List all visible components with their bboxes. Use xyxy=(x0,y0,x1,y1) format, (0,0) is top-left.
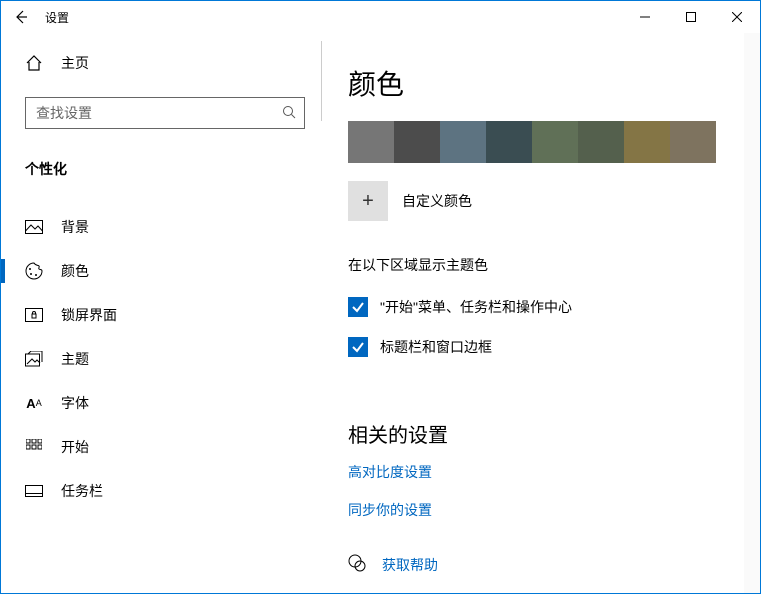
check-icon xyxy=(351,300,365,314)
nav-item-lockscreen[interactable]: 锁屏界面 xyxy=(1,293,321,337)
maximize-button[interactable] xyxy=(668,1,714,33)
link-high-contrast[interactable]: 高对比度设置 xyxy=(348,462,724,482)
nav-item-fonts[interactable]: AA 字体 xyxy=(1,381,321,425)
nav-label: 开始 xyxy=(61,437,89,457)
checkbox-start-taskbar[interactable] xyxy=(348,297,368,317)
taskbar-icon xyxy=(25,482,43,500)
nav-label: 背景 xyxy=(61,217,89,237)
close-button[interactable] xyxy=(714,1,760,33)
minimize-button[interactable] xyxy=(622,1,668,33)
custom-color-label: 自定义颜色 xyxy=(402,191,472,211)
palette-icon xyxy=(25,262,43,280)
custom-color-button[interactable]: + xyxy=(348,181,388,221)
app-title: 设置 xyxy=(45,9,69,26)
check-icon xyxy=(351,340,365,354)
sidebar: 主页 个性化 背景 颜色 xyxy=(1,33,321,593)
nav-label: 锁屏界面 xyxy=(61,305,117,325)
color-swatch[interactable] xyxy=(394,121,440,163)
home-label: 主页 xyxy=(61,53,89,73)
checkbox-label: "开始"菜单、任务栏和操作中心 xyxy=(380,297,572,317)
close-icon xyxy=(732,12,742,22)
nav-item-background[interactable]: 背景 xyxy=(1,205,321,249)
link-sync-settings[interactable]: 同步你的设置 xyxy=(348,500,724,520)
titlebar: 设置 xyxy=(1,1,760,33)
nav-label: 任务栏 xyxy=(61,481,103,501)
color-swatch[interactable] xyxy=(578,121,624,163)
home-icon xyxy=(25,54,43,72)
search-field[interactable] xyxy=(34,104,282,122)
lock-icon xyxy=(25,306,43,324)
color-swatch[interactable] xyxy=(624,121,670,163)
color-swatch[interactable] xyxy=(670,121,716,163)
help-icon xyxy=(348,554,366,575)
start-icon xyxy=(25,438,43,456)
back-button[interactable] xyxy=(1,1,41,33)
nav-item-themes[interactable]: 主题 xyxy=(1,337,321,381)
search-input[interactable] xyxy=(25,97,305,129)
related-heading: 相关的设置 xyxy=(348,419,724,448)
color-swatches xyxy=(348,121,724,163)
nav-label: 主题 xyxy=(61,349,89,369)
color-swatch[interactable] xyxy=(486,121,532,163)
nav-list: 背景 颜色 锁屏界面 主题 AA 字体 xyxy=(1,205,321,513)
checkbox-label: 标题栏和窗口边框 xyxy=(380,337,492,357)
get-help-link[interactable]: 获取帮助 xyxy=(348,554,724,575)
nav-item-taskbar[interactable]: 任务栏 xyxy=(1,469,321,513)
theme-icon xyxy=(25,350,43,368)
nav-label: 字体 xyxy=(61,393,89,413)
back-arrow-icon xyxy=(13,9,29,25)
content-area: 颜色 + 自定义颜色 在以下区域显示主题色 "开始"菜单、任务栏和操作中心 xyxy=(321,33,760,593)
checkbox-titlebars[interactable] xyxy=(348,337,368,357)
plus-icon: + xyxy=(362,190,374,213)
page-heading: 颜色 xyxy=(348,63,724,103)
picture-icon xyxy=(25,218,43,236)
home-button[interactable]: 主页 xyxy=(1,43,321,83)
maximize-icon xyxy=(686,12,696,22)
help-label: 获取帮助 xyxy=(382,555,438,575)
search-icon xyxy=(282,105,296,122)
nav-label: 颜色 xyxy=(61,261,89,281)
color-swatch[interactable] xyxy=(348,121,394,163)
color-swatch[interactable] xyxy=(532,121,578,163)
color-swatch[interactable] xyxy=(440,121,486,163)
section-title-personalization: 个性化 xyxy=(25,159,321,179)
accent-heading: 在以下区域显示主题色 xyxy=(348,255,724,275)
settings-window: 设置 主页 xyxy=(0,0,761,594)
nav-item-start[interactable]: 开始 xyxy=(1,425,321,469)
minimize-icon xyxy=(640,12,650,22)
scrollbar[interactable] xyxy=(744,33,760,593)
font-icon: AA xyxy=(25,394,43,412)
nav-item-colors[interactable]: 颜色 xyxy=(1,249,321,293)
